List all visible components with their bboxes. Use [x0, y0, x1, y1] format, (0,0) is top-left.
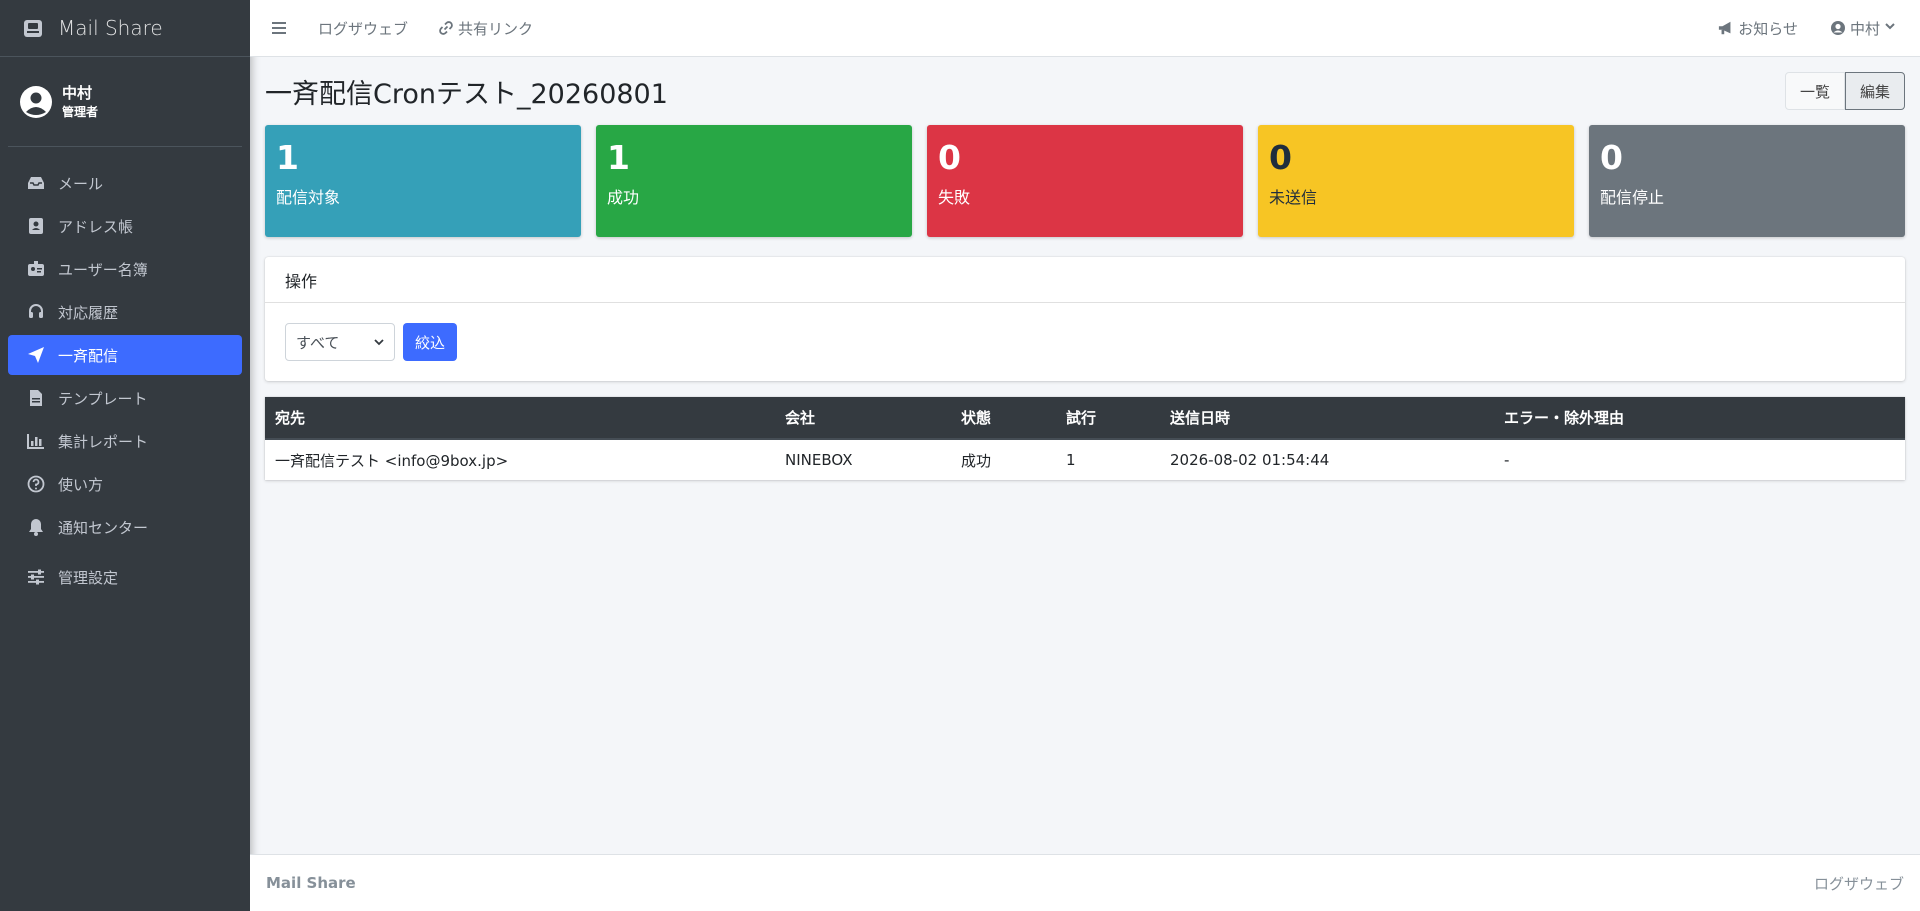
sidebar: Mail Share 中村 管理者 メール アドレス帳 ユーザー名簿 対応履歴	[0, 0, 250, 911]
col-header-sent-at[interactable]: 送信日時	[1160, 397, 1494, 440]
sidebar-item-history[interactable]: 対応履歴	[8, 292, 242, 332]
sidebar-item-users[interactable]: ユーザー名簿	[8, 249, 242, 289]
link-icon	[438, 20, 454, 36]
title-row: 一斉配信Cronテスト_20260801 一覧 編集	[265, 57, 1905, 125]
topbar: ログザウェブ 共有リンク お知らせ 中村	[250, 0, 1920, 57]
operations-card: 操作 すべて 絞込	[265, 257, 1905, 381]
footer-link-logzaweb[interactable]: ログザウェブ	[1814, 873, 1904, 894]
sidebar-item-reports[interactable]: 集計レポート	[8, 421, 242, 461]
sidebar-item-label: 使い方	[58, 475, 104, 494]
topbar-link-shared-links-label: 共有リンク	[458, 19, 534, 38]
cell-company: NINEBOX	[785, 451, 853, 469]
sidebar-item-mail[interactable]: メール	[8, 163, 242, 203]
topbar-link-logzaweb[interactable]: ログザウェブ	[318, 18, 408, 39]
sliders-icon	[26, 567, 46, 587]
footer-brand: Mail Share	[266, 874, 356, 892]
stat-label: 失敗	[938, 188, 971, 207]
sidebar-item-label: 管理設定	[58, 568, 119, 587]
user-avatar-icon	[20, 85, 52, 118]
col-header-status[interactable]: 状態	[951, 397, 1056, 440]
sidebar-item-address-book[interactable]: アドレス帳	[8, 206, 242, 246]
cell-recipient: 一斉配信テスト <info@9box.jp>	[275, 451, 509, 470]
filter-button[interactable]: 絞込	[403, 323, 458, 361]
table-header-row: 宛先 会社 状態 試行 送信日時 エラー・除外理由	[265, 397, 1905, 440]
operations-header: 操作	[265, 257, 1905, 303]
user-panel[interactable]: 中村 管理者	[8, 57, 242, 147]
megaphone-icon	[1718, 20, 1734, 36]
topbar-link-shared-links[interactable]: 共有リンク	[438, 18, 533, 39]
stat-label: 成功	[607, 188, 640, 207]
cell-error-reason: -	[1504, 451, 1510, 469]
topbar-user-name: 中村	[1849, 19, 1880, 38]
footer: Mail Share ログザウェブ	[250, 854, 1920, 911]
col-header-recipient[interactable]: 宛先	[265, 397, 775, 440]
col-header-company[interactable]: 会社	[775, 397, 951, 440]
address-book-icon	[26, 216, 46, 236]
topbar-notice-label: お知らせ	[1738, 19, 1798, 38]
sidebar-item-label: テンプレート	[58, 389, 148, 408]
stat-value: 0	[1269, 138, 1292, 177]
status-filter-select[interactable]: すべて	[285, 323, 395, 361]
file-icon	[26, 388, 46, 408]
list-button[interactable]: 一覧	[1784, 72, 1845, 110]
brand-name: Mail Share	[58, 16, 163, 40]
main-content: 一斉配信Cronテスト_20260801 一覧 編集 1 配信対象 1 成功 0…	[250, 57, 1920, 854]
inbox-icon	[26, 173, 46, 193]
table-row[interactable]: 一斉配信テスト <info@9box.jp> NINEBOX 成功 1 2026…	[265, 439, 1905, 480]
recipients-table: 宛先 会社 状態 試行 送信日時 エラー・除外理由 一斉配信テスト <info@…	[265, 397, 1905, 480]
hamburger-menu-icon[interactable]	[272, 21, 288, 35]
stat-failed: 0 失敗	[927, 125, 1243, 237]
status-filter-value: すべて	[296, 333, 340, 352]
stat-value: 1	[607, 138, 630, 177]
sidebar-item-label: 一斉配信	[58, 346, 119, 365]
chart-bar-icon	[26, 431, 46, 451]
chevron-down-icon	[374, 337, 384, 347]
sidebar-item-templates[interactable]: テンプレート	[8, 378, 242, 418]
stats-row: 1 配信対象 1 成功 0 失敗 0 未送信 0 配信停止	[265, 125, 1905, 237]
stat-label: 配信対象	[276, 188, 341, 207]
stat-stopped: 0 配信停止	[1589, 125, 1905, 237]
sidebar-item-broadcast[interactable]: 一斉配信	[8, 335, 242, 375]
user-circle-icon	[1830, 20, 1846, 36]
stat-label: 配信停止	[1600, 188, 1665, 207]
headset-icon	[26, 302, 46, 322]
sidebar-item-label: アドレス帳	[58, 217, 134, 236]
sidebar-item-label: 集計レポート	[58, 432, 149, 451]
sidebar-item-label: ユーザー名簿	[58, 260, 148, 279]
bell-icon	[26, 517, 46, 537]
stat-value: 1	[276, 138, 299, 177]
sidebar-nav: メール アドレス帳 ユーザー名簿 対応履歴 一斉配信 テンプレート 集計レポート	[0, 147, 250, 597]
sidebar-item-notifications[interactable]: 通知センター	[8, 507, 242, 547]
stat-target: 1 配信対象	[265, 125, 581, 237]
stat-success: 1 成功	[596, 125, 912, 237]
cell-sent-at: 2026-08-02 01:54:44	[1170, 451, 1330, 469]
stat-label: 未送信	[1269, 188, 1318, 207]
col-header-error-reason[interactable]: エラー・除外理由	[1494, 397, 1905, 440]
mail-box-icon	[22, 17, 44, 39]
id-badge-icon	[26, 259, 46, 279]
cell-status: 成功	[961, 451, 992, 470]
sidebar-item-label: メール	[58, 174, 104, 193]
stat-value: 0	[1600, 138, 1623, 177]
user-role: 管理者	[62, 105, 99, 119]
topbar-user-menu[interactable]: 中村	[1830, 18, 1900, 39]
col-header-attempts[interactable]: 試行	[1056, 397, 1160, 440]
sidebar-item-label: 通知センター	[58, 518, 149, 537]
operations-body: すべて 絞込	[265, 303, 1905, 381]
title-actions: 一覧 編集	[1784, 72, 1905, 110]
edit-button[interactable]: 編集	[1844, 72, 1905, 110]
paper-plane-icon	[26, 345, 46, 365]
user-name: 中村	[62, 84, 93, 102]
sidebar-item-help[interactable]: 使い方	[8, 464, 242, 504]
chevron-down-icon	[1884, 20, 1900, 36]
stat-unsent: 0 未送信	[1258, 125, 1574, 237]
stat-value: 0	[938, 138, 961, 177]
brand[interactable]: Mail Share	[0, 0, 250, 57]
topbar-notice[interactable]: お知らせ	[1718, 18, 1798, 39]
question-circle-icon	[26, 474, 46, 494]
sidebar-item-label: 対応履歴	[58, 303, 119, 322]
sidebar-item-admin-settings[interactable]: 管理設定	[8, 557, 242, 597]
cell-attempts: 1	[1066, 451, 1076, 469]
page-title: 一斉配信Cronテスト_20260801	[265, 78, 668, 110]
